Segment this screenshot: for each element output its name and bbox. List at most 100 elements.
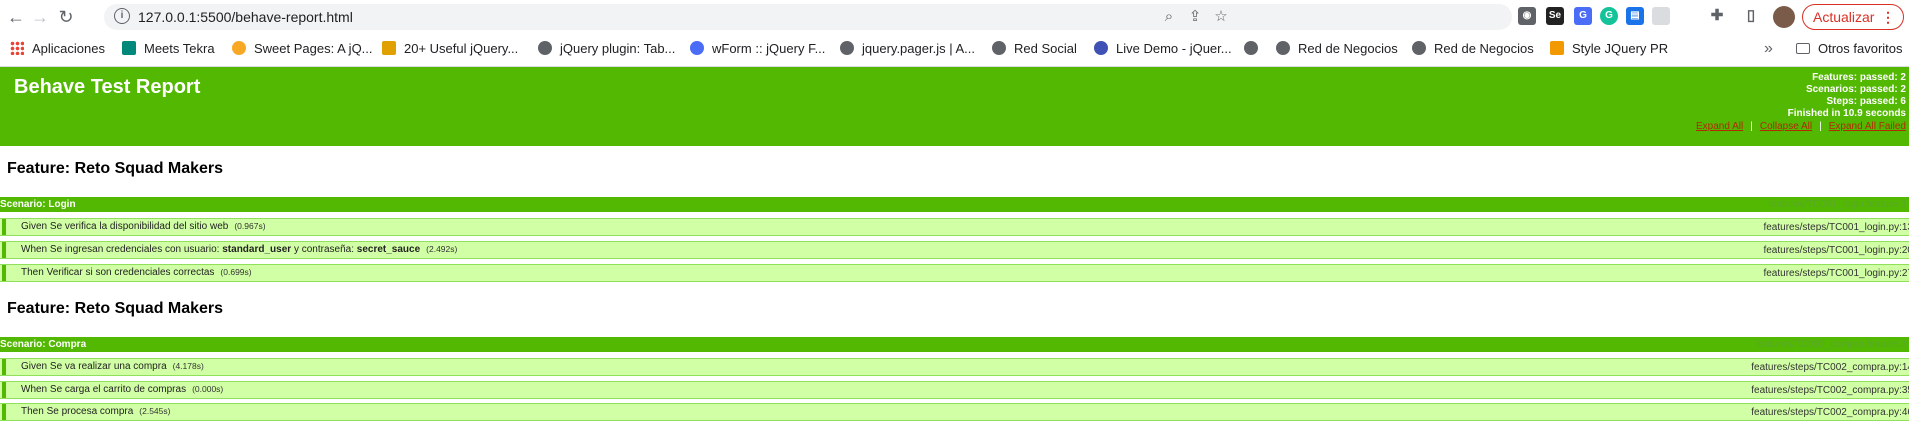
link-separator: | <box>1819 121 1822 132</box>
step-status-marker <box>2 404 6 420</box>
step-text: When Se carga el carrito de compras (0.00… <box>21 384 224 395</box>
scenario-location: features/TC001_login.feature:3 <box>1768 199 1906 210</box>
bookmark-apps[interactable]: Aplicaciones <box>10 41 105 56</box>
step-row[interactable]: When Se ingresan credenciales con usuari… <box>0 241 1909 259</box>
step-location: features/steps/TC001_login.py:27 <box>1763 268 1909 279</box>
menu-dots-icon: ⋮ <box>1881 9 1895 25</box>
step-status-marker <box>2 242 6 258</box>
step-status-marker <box>2 219 6 235</box>
update-button[interactable]: Actualizar ⋮ <box>1802 4 1904 30</box>
scenario-location: features/TC002_compra.feature:3 <box>1755 339 1906 350</box>
extensions-puzzle-icon[interactable]: ✚ <box>1708 7 1726 25</box>
collapse-all-link[interactable]: Collapse All <box>1760 121 1812 132</box>
scenario-name: Scenario: Compra <box>0 339 87 350</box>
blank-extension-icon[interactable] <box>1652 7 1670 25</box>
expand-all-link[interactable]: Expand All <box>1696 121 1743 132</box>
step-status-marker <box>2 359 6 375</box>
bookmark-red-de-negocios-1[interactable]: Red de Negocios <box>1276 41 1398 56</box>
back-icon[interactable]: ← <box>6 7 26 27</box>
step-arg-password: secret_sauce <box>356 244 421 255</box>
globe-icon <box>992 41 1006 55</box>
step-status-marker <box>2 265 6 281</box>
bookmark-style-jquery[interactable]: Style JQuery PR <box>1550 41 1668 56</box>
summary-features: Features: passed: 2 <box>1812 72 1906 83</box>
side-panel-icon[interactable]: ▯ <box>1742 7 1760 25</box>
step-location: features/steps/TC002_compra.py:46 <box>1751 407 1909 418</box>
bookmark-jquery-pager[interactable]: jquery.pager.js | A... <box>840 41 975 56</box>
globe-icon <box>1244 41 1258 55</box>
address-bar[interactable]: i 127.0.0.1:5500/behave-report.html ⌕ ⇪ … <box>104 4 1512 30</box>
update-label: Actualizar <box>1813 9 1875 25</box>
folder-icon <box>1796 43 1810 54</box>
scenario-header-login[interactable]: Scenario: Login features/TC001_login.fea… <box>0 197 1909 212</box>
step-row[interactable]: Given Se va realizar una compra (4.178s) … <box>0 358 1909 376</box>
globe-icon <box>840 41 854 55</box>
feature-title: Feature: Reto Squad Makers <box>7 160 224 177</box>
link-separator: | <box>1750 121 1753 132</box>
step-row[interactable]: Given Se verifica la disponibilidad del … <box>0 218 1909 236</box>
feature-title: Feature: Reto Squad Makers <box>7 300 224 317</box>
bookmark-meets-tekra[interactable]: Meets Tekra <box>122 41 215 56</box>
summary-scenarios: Scenarios: passed: 2 <box>1805 84 1906 95</box>
share-icon[interactable]: ⇪ <box>1185 7 1205 27</box>
bookmarks-overflow-icon[interactable]: » <box>1764 40 1773 58</box>
bookmark-globe[interactable] <box>1244 41 1266 56</box>
globe-icon <box>538 41 552 55</box>
other-favorites-folder[interactable]: Otros favoritos <box>1796 41 1903 56</box>
browser-toolbar: ← → ↻ i 127.0.0.1:5500/behave-report.htm… <box>0 0 1909 34</box>
step-row[interactable]: Then Se procesa compra (2.545s) features/… <box>0 403 1909 421</box>
step-text: Then Se procesa compra (2.545s) <box>21 406 171 417</box>
step-duration: (0.699s) <box>220 267 252 277</box>
grammarly-extension-icon[interactable]: G <box>1600 7 1618 25</box>
step-text: Given Se verifica la disponibilidad del … <box>21 221 266 232</box>
step-location: features/steps/TC002_compra.py:14 <box>1751 362 1909 373</box>
scenario-name: Scenario: Login <box>0 199 76 210</box>
bookmark-red-de-negocios-2[interactable]: Red de Negocios <box>1412 41 1534 56</box>
step-duration: (0.000s) <box>192 384 224 394</box>
step-location: features/steps/TC002_compra.py:35 <box>1751 385 1909 396</box>
report-title: Behave Test Report <box>14 76 201 98</box>
step-text: When Se ingresan credenciales con usuari… <box>21 244 458 255</box>
reload-icon[interactable]: ↻ <box>56 7 76 27</box>
bookmark-wform[interactable]: wForm :: jQuery F... <box>690 41 825 56</box>
step-location: features/steps/TC001_login.py:20 <box>1763 245 1909 256</box>
bookmark-jquery-plugin-tab[interactable]: jQuery plugin: Tab... <box>538 41 675 56</box>
step-arg-user: standard_user <box>222 244 292 255</box>
zoom-icon[interactable]: ⌕ <box>1159 7 1179 27</box>
apps-icon <box>10 41 24 55</box>
translate-extension-icon[interactable]: G <box>1574 7 1592 25</box>
bookmark-useful-jquery[interactable]: 20+ Useful jQuery... <box>382 41 518 56</box>
step-text: Given Se va realizar una compra (4.178s) <box>21 361 204 372</box>
forward-icon[interactable]: → <box>30 7 50 27</box>
step-duration: (2.492s) <box>426 244 458 254</box>
bookmark-red-social[interactable]: Red Social <box>992 41 1077 56</box>
url-text[interactable]: 127.0.0.1:5500/behave-report.html <box>138 9 353 25</box>
scenario-header-compra[interactable]: Scenario: Compra features/TC002_compra.f… <box>0 337 1909 352</box>
step-location: features/steps/TC001_login.py:13 <box>1763 222 1909 233</box>
sweet-pages-icon <box>232 41 246 55</box>
globe-icon <box>1276 41 1290 55</box>
bookmark-sweet-pages[interactable]: Sweet Pages: A jQ... <box>232 41 373 56</box>
summary-steps: Steps: passed: 6 <box>1826 96 1906 107</box>
expand-all-failed-link[interactable]: Expand All Failed <box>1829 121 1906 132</box>
site-info-icon[interactable]: i <box>114 8 130 24</box>
step-row[interactable]: When Se carga el carrito de compras (0.00… <box>0 381 1909 399</box>
e-icon <box>1094 41 1108 55</box>
docs-extension-icon[interactable]: ▤ <box>1626 7 1644 25</box>
summary-finished: Finished in 10.9 seconds <box>1787 108 1906 119</box>
report-summary: Features: passed: 2 Scenarios: passed: 2… <box>1788 72 1906 120</box>
profile-avatar[interactable] <box>1773 6 1795 28</box>
bookmark-star-icon[interactable]: ☆ <box>1211 7 1231 27</box>
u-icon <box>1550 41 1564 55</box>
bookmark-live-demo[interactable]: Live Demo - jQuer... <box>1094 41 1232 56</box>
report-header: Behave Test Report Features: passed: 2 S… <box>0 67 1909 146</box>
step-status-marker <box>2 382 6 398</box>
globe-icon <box>1412 41 1426 55</box>
expand-controls: Expand All | Collapse All | Expand All Faile… <box>1696 121 1906 132</box>
step-row[interactable]: Then Verificar si son credenciales corre… <box>0 264 1909 282</box>
selenium-extension-icon[interactable]: Se <box>1546 7 1564 25</box>
step-duration: (4.178s) <box>172 361 204 371</box>
camera-extension-icon[interactable]: ◉ <box>1518 7 1536 25</box>
bookmarks-bar: Aplicaciones Meets Tekra Sweet Pages: A … <box>0 34 1909 67</box>
w-icon <box>690 41 704 55</box>
